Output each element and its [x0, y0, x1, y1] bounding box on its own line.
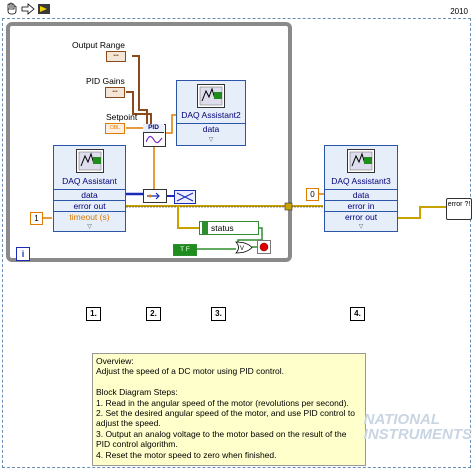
daq-assistant-2[interactable]: DAQ Assistant2 data ▽	[176, 80, 246, 146]
output-range-control[interactable]: •••	[106, 51, 126, 62]
daq-assistant-1[interactable]: DAQ Assistant data error out timeout (s)…	[53, 145, 126, 232]
daq1-timeout-terminal[interactable]: timeout (s)	[54, 211, 125, 222]
daq1-data-terminal[interactable]: data	[54, 189, 125, 200]
daq-assistant-3[interactable]: DAQ Assistant3 data error in error out ▽	[324, 145, 398, 232]
note-line: 3. Output an analog voltage to the motor…	[96, 428, 347, 439]
timeout-constant[interactable]: 1	[30, 212, 43, 225]
graph-indicator[interactable]	[174, 190, 196, 204]
chevron-down-icon: ▽	[87, 224, 92, 230]
boolean-icon	[202, 222, 208, 234]
note-line: Overview:	[96, 356, 134, 366]
true-false-constant[interactable]: T F	[173, 244, 197, 256]
daq-icon	[197, 84, 225, 108]
daq-icon	[347, 149, 375, 173]
note-line: 1. Read in the angular speed of the moto…	[96, 397, 349, 408]
pid-output-wire	[165, 114, 176, 134]
step-marker-4: 4.	[350, 307, 365, 321]
pid-gains-control[interactable]: •••	[105, 87, 125, 98]
output-range-label: Output Range	[72, 40, 125, 50]
pid-gains-label: PID Gains	[86, 76, 125, 86]
step-marker-1: 1.	[86, 307, 101, 321]
daq2-title: DAQ Assistant2	[181, 110, 241, 120]
daq1-error-out-terminal[interactable]: error out	[54, 200, 125, 211]
chevron-down-icon: ▽	[358, 224, 364, 230]
status-label: status	[211, 223, 234, 233]
daq-icon	[75, 149, 104, 173]
daq3-data-terminal[interactable]: data	[325, 189, 397, 200]
daq3-error-out-terminal[interactable]: error out	[325, 211, 397, 222]
note-line: adjust the speed.	[96, 418, 161, 429]
note-line: 2. Set the desired angular speed of the …	[96, 408, 355, 419]
ni-watermark-logo: NATIONAL INSTRUMENTS	[364, 412, 472, 442]
or-gate-icon[interactable]: V	[235, 241, 253, 254]
note-line: Block Diagram Steps:	[96, 387, 178, 398]
status-unbundle[interactable]: status	[199, 221, 259, 235]
watermark-line-1: NATIONAL	[363, 411, 441, 428]
svg-text:V: V	[240, 246, 244, 252]
step-marker-3: 3.	[211, 307, 226, 321]
pid-label: PID	[143, 124, 164, 133]
simple-error-handler[interactable]: error ?!	[446, 198, 472, 220]
stop-condition-terminal[interactable]	[257, 240, 271, 254]
dynamic-to-dbl-converter[interactable]	[143, 189, 167, 203]
chevron-down-icon: ▽	[208, 137, 214, 143]
daq3-title: DAQ Assistant3	[331, 176, 391, 186]
error-tunnel	[284, 202, 293, 211]
zero-constant[interactable]: 0	[306, 188, 319, 201]
note-line: 4. Reset the motor speed to zero when fi…	[96, 449, 277, 460]
note-line: PID control algorithm.	[96, 439, 178, 450]
error-to-status-wire	[177, 206, 199, 229]
setpoint-control[interactable]: DBL	[105, 123, 125, 134]
setpoint-label: Setpoint	[106, 112, 138, 122]
step-marker-2: 2.	[146, 307, 161, 321]
daq2-data-terminal[interactable]: data	[177, 123, 245, 134]
watermark-line-2: INSTRUMENTS	[363, 426, 472, 443]
note-line	[96, 377, 362, 387]
daq3-error-in-terminal[interactable]: error in	[325, 200, 397, 211]
error-handler-label: error ?!	[447, 201, 471, 208]
note-line: Adjust the speed of a DC motor using PID…	[96, 366, 285, 377]
error-out-wire	[398, 206, 446, 219]
daq1-title: DAQ Assistant	[62, 176, 117, 186]
overview-comment: Overview: Adjust the speed of a DC motor…	[92, 353, 366, 466]
pid-waveform-icon	[146, 135, 163, 144]
